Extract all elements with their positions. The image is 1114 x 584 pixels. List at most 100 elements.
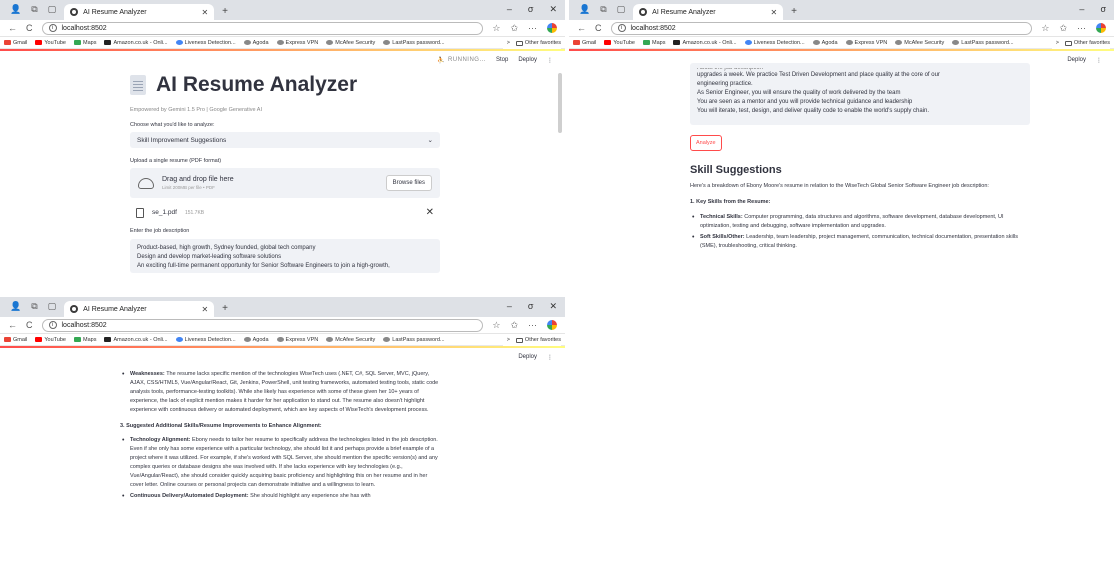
bookmark-youtube[interactable]: YouTube	[35, 40, 66, 46]
site-info-icon[interactable]: i	[617, 24, 626, 32]
tab-close-icon[interactable]: ✕	[770, 8, 777, 17]
new-tab-button[interactable]: +	[214, 6, 228, 20]
tab-close-icon[interactable]: ✕	[201, 305, 208, 314]
tab-actions-icon[interactable]: ▢	[48, 4, 57, 15]
tab-actions-icon[interactable]: ▢	[617, 4, 626, 15]
bookmark-mcafee[interactable]: McAfee Security	[326, 40, 375, 46]
browse-files-button[interactable]: Browse files	[385, 175, 432, 191]
back-icon[interactable]: ←	[577, 23, 586, 33]
job-description-input[interactable]: About the job description upgrades a wee…	[690, 63, 1030, 125]
restore-button[interactable]: σ	[528, 4, 534, 15]
restore-button[interactable]: σ	[1100, 4, 1106, 14]
url-field[interactable]: i localhost:8502	[610, 21, 1033, 35]
collections-icon[interactable]: ⧉	[600, 4, 606, 15]
site-info-icon[interactable]: i	[48, 321, 57, 329]
profile-icon[interactable]: 👤	[10, 4, 21, 15]
collections-icon[interactable]: ⧉	[31, 301, 37, 312]
bookmarks-more-chevron-icon[interactable]: >	[1056, 40, 1059, 46]
other-favorites[interactable]: Other favorites	[515, 40, 561, 46]
analyze-button[interactable]: Analyze	[690, 135, 722, 151]
bookmark-expressvpn[interactable]: Express VPN	[845, 40, 887, 46]
deploy-button[interactable]: Deploy	[1067, 57, 1086, 63]
favorite-star-icon[interactable]: ☆	[492, 23, 500, 34]
bookmark-maps[interactable]: Maps	[643, 40, 665, 46]
bookmark-liveness[interactable]: Liveness Detection...	[175, 337, 236, 343]
other-favorites[interactable]: Other favorites	[1064, 40, 1110, 46]
bookmark-youtube[interactable]: YouTube	[604, 40, 635, 46]
bookmarks-more-chevron-icon[interactable]: >	[507, 337, 510, 343]
bookmark-amazon[interactable]: Amazon.co.uk - Onli...	[673, 40, 737, 46]
new-tab-button[interactable]: +	[214, 303, 228, 317]
browser-tab[interactable]: AI Resume Analyzer ✕	[633, 4, 784, 20]
main-menu-icon[interactable]: ⋮	[1096, 57, 1102, 64]
browser-tab[interactable]: AI Resume Analyzer ✕	[64, 4, 215, 20]
close-window-button[interactable]: ✕	[549, 301, 557, 312]
analysis-select[interactable]: Skill Improvement Suggestions ⌄	[130, 132, 440, 148]
remove-file-icon[interactable]: ✕	[426, 207, 434, 218]
more-options-icon[interactable]: ···	[528, 23, 537, 33]
deploy-button[interactable]: Deploy	[518, 57, 537, 63]
url-field[interactable]: i localhost:8502	[41, 318, 484, 332]
bookmark-maps[interactable]: Maps	[74, 40, 96, 46]
close-window-button[interactable]: ✕	[549, 4, 557, 15]
bookmark-mcafee[interactable]: McAfee Security	[326, 337, 375, 343]
profile-icon[interactable]: 👤	[10, 301, 21, 312]
more-options-icon[interactable]: ···	[528, 320, 537, 330]
minimize-button[interactable]: –	[507, 301, 512, 312]
url-field[interactable]: i localhost:8502	[41, 21, 484, 35]
main-menu-icon[interactable]: ⋮	[547, 57, 553, 64]
bookmark-lastpass[interactable]: LastPass password...	[383, 337, 445, 343]
bookmarks-more-chevron-icon[interactable]: >	[507, 40, 510, 46]
minimize-button[interactable]: –	[1079, 4, 1084, 14]
favorites-icon[interactable]: ✩	[510, 23, 518, 34]
bookmark-agoda[interactable]: Agoda	[812, 40, 838, 46]
extension-icon[interactable]	[1096, 23, 1106, 33]
bookmark-agoda[interactable]: Agoda	[243, 337, 269, 343]
bookmark-youtube[interactable]: YouTube	[35, 337, 66, 343]
tab-close-icon[interactable]: ✕	[201, 8, 208, 17]
bookmark-liveness[interactable]: Liveness Detection...	[175, 40, 236, 46]
bookmark-amazon[interactable]: Amazon.co.uk - Onli...	[104, 40, 168, 46]
more-options-icon[interactable]: ···	[1077, 23, 1086, 33]
bookmark-liveness[interactable]: Liveness Detection...	[744, 40, 805, 46]
bookmark-amazon[interactable]: Amazon.co.uk - Onli...	[104, 337, 168, 343]
bookmark-gmail[interactable]: Gmail	[573, 40, 596, 46]
bookmark-lastpass[interactable]: LastPass password...	[383, 40, 445, 46]
other-favorites[interactable]: Other favorites	[515, 337, 561, 343]
list-item: Continuous Delivery/Automated Deployment…	[120, 492, 442, 501]
collections-icon[interactable]: ⧉	[31, 4, 37, 15]
favorite-star-icon[interactable]: ☆	[1041, 23, 1049, 34]
bookmark-mcafee[interactable]: McAfee Security	[895, 40, 944, 46]
bookmark-expressvpn[interactable]: Express VPN	[276, 40, 318, 46]
favorites-icon[interactable]: ✩	[510, 320, 518, 331]
favorites-icon[interactable]: ✩	[1059, 23, 1067, 34]
restore-button[interactable]: σ	[528, 301, 534, 312]
reload-icon[interactable]: C	[595, 23, 602, 33]
bookmark-lastpass[interactable]: LastPass password...	[952, 40, 1014, 46]
back-icon[interactable]: ←	[8, 23, 17, 33]
bookmark-agoda[interactable]: Agoda	[243, 40, 269, 46]
reload-icon[interactable]: C	[26, 23, 33, 33]
scrollbar[interactable]	[558, 73, 562, 133]
deploy-button[interactable]: Deploy	[518, 354, 537, 360]
file-dropzone[interactable]: Drag and drop file here Limit 200MB per …	[130, 168, 440, 198]
job-description-input[interactable]: Product-based, high growth, Sydney found…	[130, 239, 440, 273]
minimize-button[interactable]: –	[507, 4, 512, 15]
stop-button[interactable]: Stop	[496, 57, 508, 63]
bookmark-gmail[interactable]: Gmail	[4, 40, 27, 46]
extension-icon[interactable]	[547, 320, 557, 330]
main-menu-icon[interactable]: ⋮	[547, 354, 553, 361]
back-icon[interactable]: ←	[8, 320, 17, 330]
profile-icon[interactable]: 👤	[579, 4, 590, 15]
bookmark-expressvpn[interactable]: Express VPN	[276, 337, 318, 343]
extension-icon[interactable]	[547, 23, 557, 33]
favorite-star-icon[interactable]: ☆	[492, 320, 500, 331]
site-info-icon[interactable]: i	[48, 24, 57, 32]
bookmark-maps[interactable]: Maps	[74, 337, 96, 343]
new-tab-button[interactable]: +	[783, 6, 797, 20]
tab-actions-icon[interactable]: ▢	[48, 301, 57, 312]
browser-tab[interactable]: AI Resume Analyzer ✕	[64, 301, 215, 317]
bookmark-gmail[interactable]: Gmail	[4, 337, 27, 343]
bookmarks-bar: Gmail YouTube Maps Amazon.co.uk - Onli..…	[569, 37, 1114, 49]
reload-icon[interactable]: C	[26, 320, 33, 330]
